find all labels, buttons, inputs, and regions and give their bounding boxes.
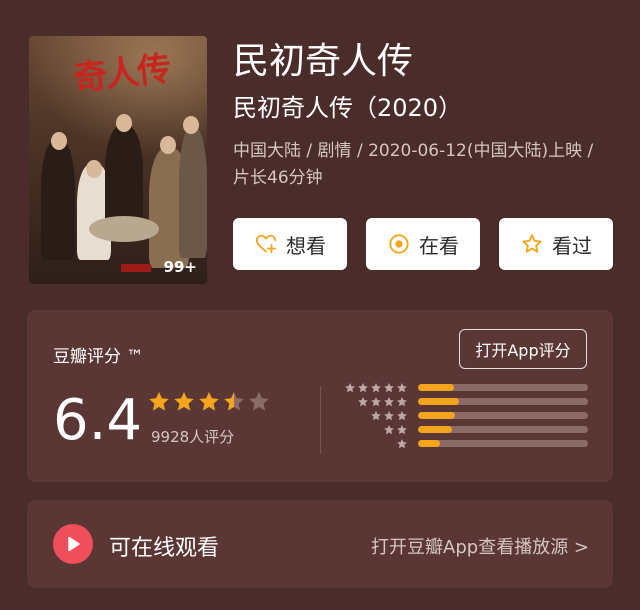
distribution-row [343, 396, 588, 407]
star-icon [397, 410, 407, 420]
star-icon [174, 392, 194, 411]
star-icon [199, 392, 219, 411]
star-icon [397, 382, 407, 392]
movie-title: 民初奇人传 [233, 41, 414, 82]
distribution-fill [418, 412, 456, 419]
distribution-row [343, 438, 588, 449]
star-icon [384, 424, 394, 434]
star-outline-icon [520, 232, 544, 256]
distribution-fill [418, 384, 454, 391]
star-icon [397, 424, 407, 434]
star-icon [397, 396, 407, 406]
poster-face [183, 116, 199, 134]
watching-button[interactable]: 在看 [366, 218, 480, 270]
poster-figure [41, 140, 75, 260]
distribution-stars [343, 382, 408, 394]
play-icon [53, 524, 93, 564]
star-icon [358, 396, 368, 406]
movie-meta: 中国大陆 / 剧情 / 2020-06-12(中国大陆)上映 / 片长46分钟 [233, 141, 594, 188]
distribution-track [418, 384, 588, 391]
star-icon [397, 438, 407, 448]
rating-count: 9928人评分 [151, 428, 235, 446]
poster-figure [179, 128, 207, 258]
watch-online-card[interactable]: 可在线观看 打开豆瓣App查看播放源 > [27, 500, 613, 588]
star-icon [358, 382, 368, 392]
circle-dot-icon [387, 232, 411, 256]
poster-table [89, 216, 159, 242]
star-icon [149, 392, 169, 411]
distribution-row [343, 410, 588, 421]
distribution-stars [343, 396, 408, 408]
poster-face [160, 136, 176, 154]
distribution-track [418, 440, 588, 447]
want-to-watch-label: 想看 [286, 233, 326, 258]
star-icon [371, 396, 381, 406]
watched-button[interactable]: 看过 [499, 218, 613, 270]
poster-tag [121, 264, 151, 272]
open-app-sources-link[interactable]: 打开豆瓣App查看播放源 > [371, 533, 589, 559]
movie-poster[interactable]: 奇人传 99+ [29, 36, 207, 284]
divider [320, 386, 321, 454]
distribution-fill [418, 440, 441, 447]
star-icon [384, 396, 394, 406]
rating-stars [147, 390, 271, 414]
rating-card: 豆瓣评分 ™ 打开App评分 6.4 9928人评分 [27, 310, 613, 482]
star-icon [345, 382, 355, 392]
distribution-track [418, 398, 588, 405]
star-icon [371, 410, 381, 420]
douban-rating-label: 豆瓣评分 ™ [53, 347, 144, 367]
poster-face [86, 160, 102, 178]
distribution-stars [343, 438, 408, 450]
heart-plus-icon [254, 232, 278, 256]
distribution-row [343, 424, 588, 435]
star-icon [371, 382, 381, 392]
watching-label: 在看 [419, 233, 459, 258]
star-icon [384, 410, 394, 420]
open-app-rate-button[interactable]: 打开App评分 [459, 329, 587, 369]
want-to-watch-button[interactable]: 想看 [233, 218, 347, 270]
poster-count-badge: 99+ [163, 258, 197, 276]
watched-label: 看过 [552, 233, 592, 258]
rating-score: 6.4 [53, 388, 143, 453]
star-icon [384, 382, 394, 392]
distribution-track [418, 412, 588, 419]
distribution-fill [418, 398, 459, 405]
distribution-stars [343, 424, 408, 436]
distribution-track [418, 426, 588, 433]
watch-online-label: 可在线观看 [109, 536, 220, 561]
distribution-stars [343, 410, 408, 422]
movie-subtitle: 民初奇人传（2020） [233, 94, 463, 122]
star-icon [249, 392, 269, 411]
poster-face [116, 114, 132, 132]
poster-title: 奇人传 [71, 49, 172, 99]
poster-face [51, 132, 67, 150]
distribution-row [343, 382, 588, 393]
distribution-fill [418, 426, 452, 433]
star-icon [224, 392, 244, 411]
